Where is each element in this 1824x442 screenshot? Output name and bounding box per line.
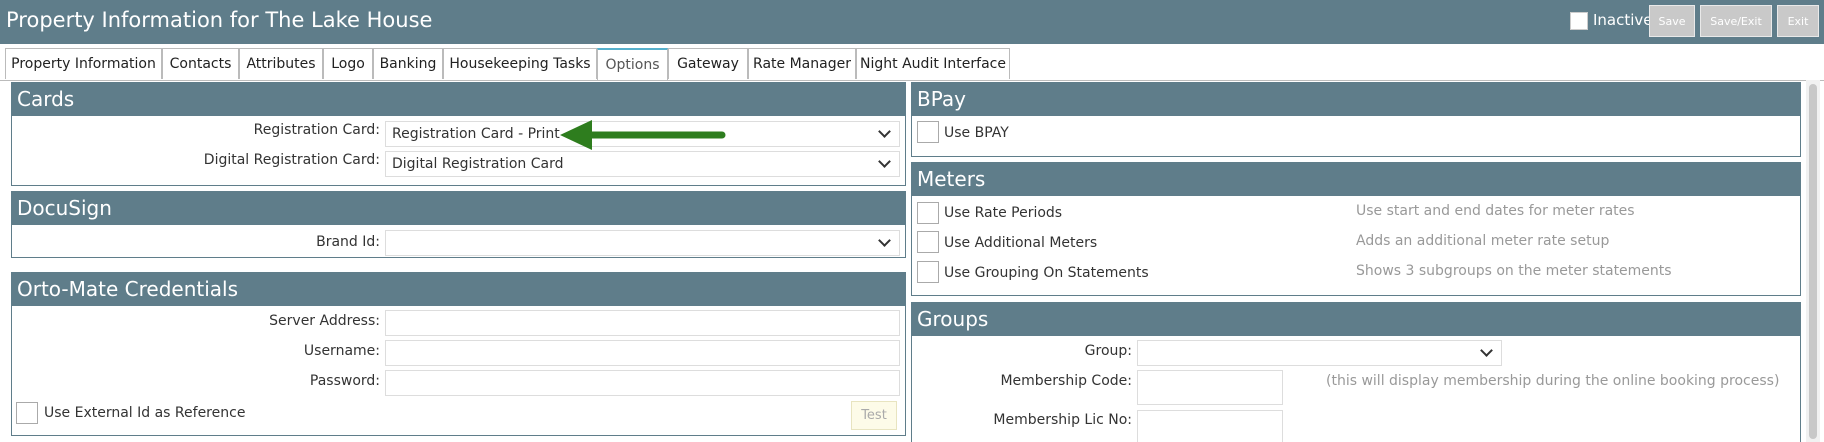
membership-lic-label: Membership Lic No: xyxy=(993,412,1132,428)
username-label: Username: xyxy=(303,343,380,359)
use-external-id-checkbox[interactable] xyxy=(16,402,38,424)
exit-button[interactable]: Exit xyxy=(1777,5,1819,37)
use-external-id-label: Use External Id as Reference xyxy=(44,405,246,421)
digital-registration-card-label: Digital Registration Card: xyxy=(203,152,380,168)
membership-code-hint: (this will display membership during the… xyxy=(1326,373,1780,389)
bpay-title: BPay xyxy=(912,83,1800,116)
tab-rate-manager[interactable]: Rate Manager xyxy=(748,48,856,79)
tab-night-audit-interface[interactable]: Night Audit Interface xyxy=(856,48,1010,79)
brand-id-select[interactable] xyxy=(385,230,900,256)
top-bar: Property Information for The Lake House … xyxy=(0,0,1824,44)
use-additional-meters-label: Use Additional Meters xyxy=(944,235,1098,251)
save-exit-button[interactable]: Save/Exit xyxy=(1700,5,1772,37)
tab-banking[interactable]: Banking xyxy=(373,48,443,79)
registration-card-value: Registration Card - Print xyxy=(392,126,560,142)
page-title: Property Information for The Lake House xyxy=(6,8,433,32)
membership-code-input[interactable] xyxy=(1137,370,1283,405)
password-label: Password: xyxy=(309,373,380,389)
tab-logo[interactable]: Logo xyxy=(323,48,373,79)
tab-contacts[interactable]: Contacts xyxy=(162,48,239,79)
tab-housekeeping-tasks[interactable]: Housekeeping Tasks xyxy=(443,48,597,79)
use-rate-periods-checkbox[interactable] xyxy=(917,202,939,224)
use-grouping-checkbox[interactable] xyxy=(917,261,939,283)
bpay-panel: BPay xyxy=(911,82,1801,157)
tab-attributes[interactable]: Attributes xyxy=(239,48,323,79)
groups-title: Groups xyxy=(912,303,1800,336)
use-grouping-label: Use Grouping On Statements xyxy=(944,265,1149,281)
server-address-label: Server Address: xyxy=(269,313,380,329)
tab-options[interactable]: Options xyxy=(597,48,668,80)
use-additional-meters-checkbox[interactable] xyxy=(917,231,939,253)
group-select[interactable] xyxy=(1137,340,1502,366)
inactive-checkbox[interactable] xyxy=(1570,12,1588,30)
chevron-down-icon xyxy=(878,125,891,138)
server-address-input[interactable] xyxy=(385,310,900,336)
group-label: Group: xyxy=(1084,343,1132,359)
chevron-down-icon xyxy=(878,234,891,247)
use-bpay-checkbox[interactable] xyxy=(917,121,939,143)
tab-property-information[interactable]: Property Information xyxy=(5,48,162,79)
meters-title: Meters xyxy=(912,163,1800,196)
cards-title: Cards xyxy=(12,83,905,116)
password-input[interactable] xyxy=(385,370,900,396)
page-scrollbar[interactable] xyxy=(1806,80,1820,442)
test-button[interactable]: Test xyxy=(851,401,897,430)
tab-gateway[interactable]: Gateway xyxy=(668,48,748,79)
username-input[interactable] xyxy=(385,340,900,366)
membership-lic-input[interactable] xyxy=(1137,410,1283,442)
brand-id-label: Brand Id: xyxy=(316,234,380,250)
use-rate-periods-label: Use Rate Periods xyxy=(944,205,1063,221)
inactive-label: Inactive xyxy=(1593,11,1653,29)
use-additional-meters-hint: Adds an additional meter rate setup xyxy=(1356,233,1610,249)
use-bpay-label: Use BPAY xyxy=(944,125,1009,141)
registration-card-label: Registration Card: xyxy=(253,122,380,138)
digital-registration-card-select[interactable]: Digital Registration Card xyxy=(385,151,900,177)
digital-registration-card-value: Digital Registration Card xyxy=(392,156,564,172)
save-button[interactable]: Save xyxy=(1649,5,1695,37)
scrollbar-thumb[interactable] xyxy=(1809,84,1817,439)
membership-code-label: Membership Code: xyxy=(1000,373,1132,389)
chevron-down-icon xyxy=(1480,344,1493,357)
annotation-arrow-icon xyxy=(560,120,726,150)
docusign-title: DocuSign xyxy=(12,192,905,225)
ortomate-title: Orto-Mate Credentials xyxy=(12,273,905,306)
chevron-down-icon xyxy=(878,155,891,168)
use-grouping-hint: Shows 3 subgroups on the meter statement… xyxy=(1356,263,1672,279)
use-rate-periods-hint: Use start and end dates for meter rates xyxy=(1356,203,1635,219)
